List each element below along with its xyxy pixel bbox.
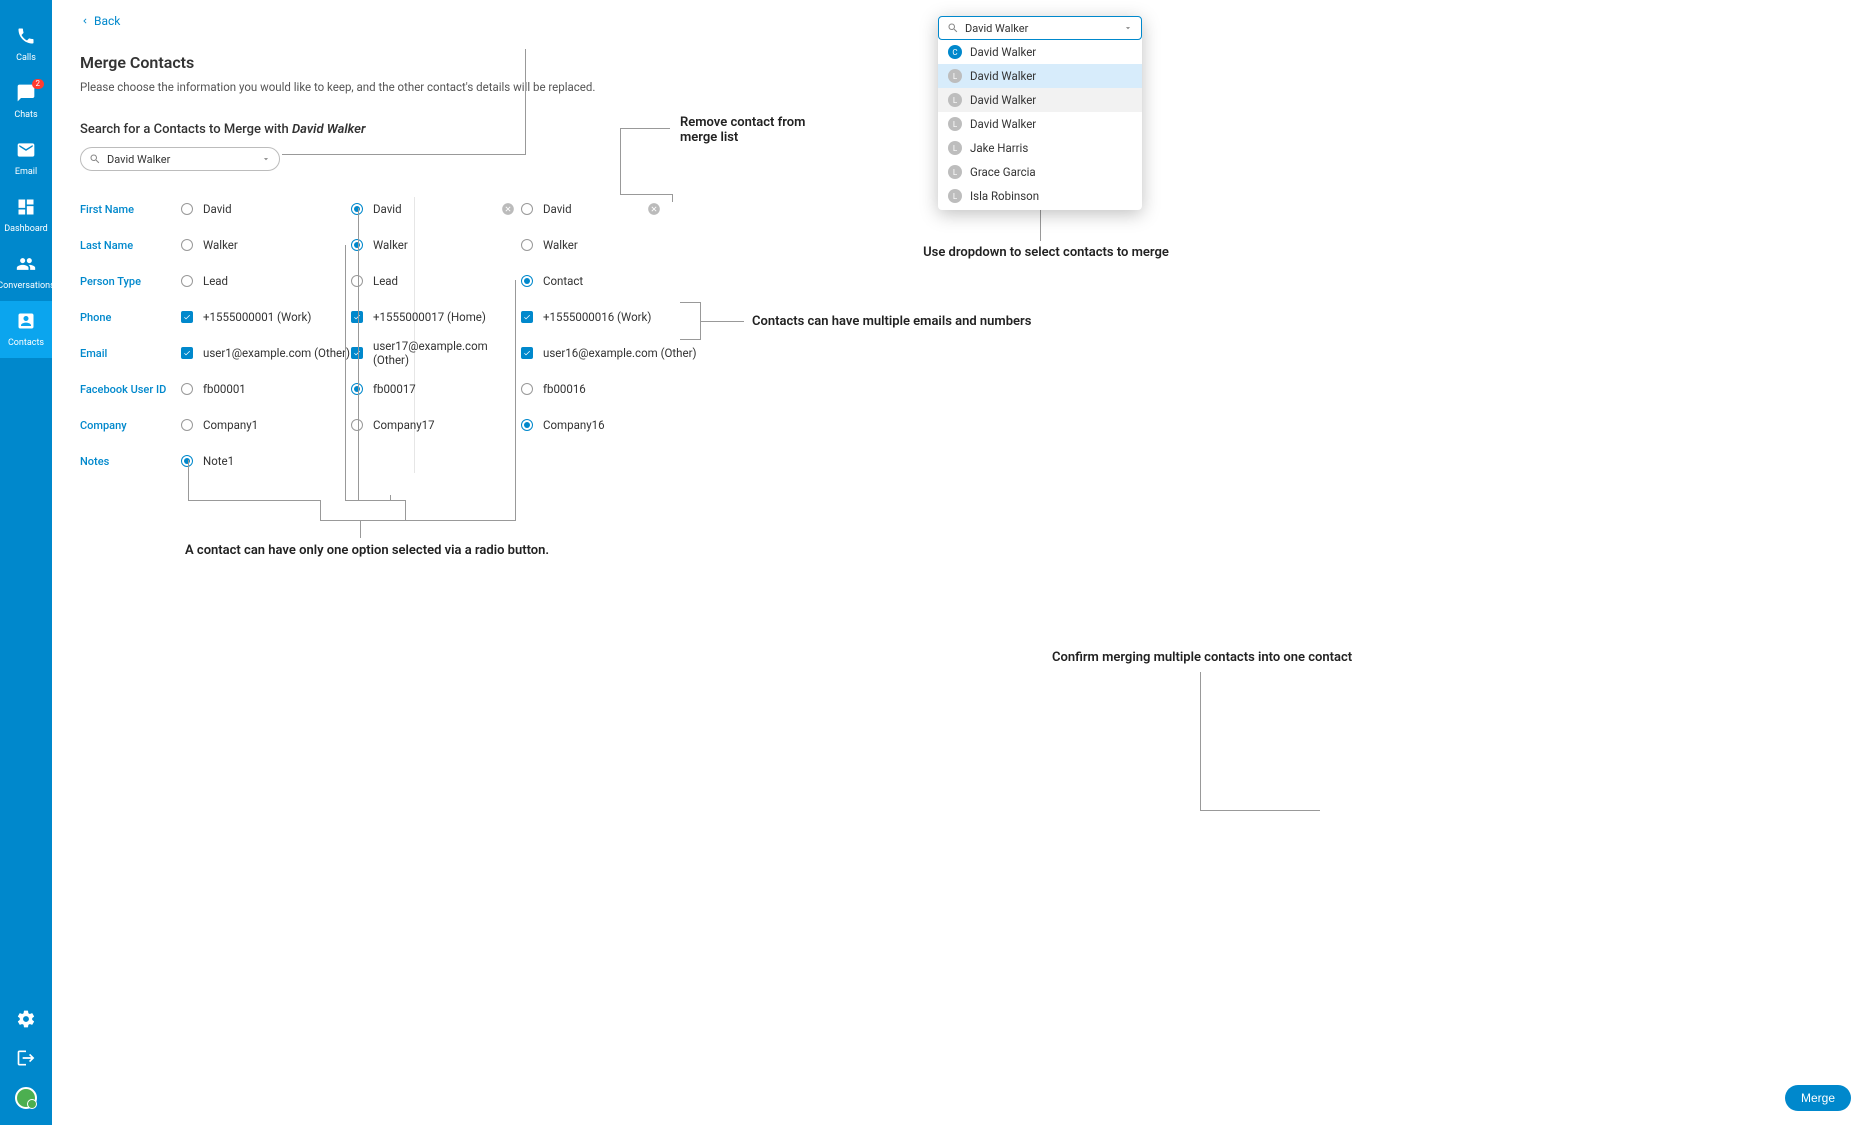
annotation-multi: Contacts can have multiple emails and nu… xyxy=(752,314,1031,329)
sidebar-item-calls[interactable]: Calls xyxy=(0,16,52,73)
search-icon xyxy=(89,153,101,165)
contact-type-icon: L xyxy=(948,117,962,131)
sidebar-item-email[interactable]: Email xyxy=(0,130,52,187)
email-icon xyxy=(16,140,36,163)
field-label: Phone xyxy=(80,311,181,324)
sidebar-label: Contacts xyxy=(8,338,44,348)
field-label: Last Name xyxy=(80,239,181,252)
search-input[interactable]: David Walker xyxy=(80,147,280,171)
sidebar-label: Dashboard xyxy=(4,224,48,234)
sidebar-label: Chats xyxy=(14,110,37,120)
contacts-icon xyxy=(16,311,36,334)
sidebar-item-chats[interactable]: 2 Chats xyxy=(0,73,52,130)
field-label: Company xyxy=(80,419,181,432)
dropdown-item[interactable]: LGrace Garcia xyxy=(938,160,1142,184)
dropdown-item[interactable]: LDavid Walker xyxy=(938,88,1142,112)
field-label: Person Type xyxy=(80,275,181,288)
radio[interactable] xyxy=(181,239,193,251)
checkbox[interactable] xyxy=(351,311,363,323)
field-label: Email xyxy=(80,347,181,360)
dropdown-search-input[interactable]: David Walker xyxy=(938,16,1142,40)
sidebar-item-contacts[interactable]: Contacts xyxy=(0,301,52,358)
contact-type-icon: L xyxy=(948,165,962,179)
radio[interactable] xyxy=(181,455,193,467)
cell: David xyxy=(351,202,521,216)
radio[interactable] xyxy=(351,419,363,431)
merge-button[interactable]: Merge xyxy=(1785,1085,1851,1111)
sidebar-label: Calls xyxy=(16,53,36,63)
radio[interactable] xyxy=(181,383,193,395)
sidebar-item-conversations[interactable]: Conversations xyxy=(0,244,52,301)
contact-type-icon: L xyxy=(948,141,962,155)
sidebar-label: Email xyxy=(15,167,37,177)
back-label: Back xyxy=(94,14,120,28)
radio[interactable] xyxy=(521,203,533,215)
chevron-down-icon xyxy=(261,154,271,164)
radio[interactable] xyxy=(521,383,533,395)
checkbox[interactable] xyxy=(351,347,363,359)
phone-icon xyxy=(16,26,36,49)
radio[interactable] xyxy=(351,203,363,215)
dropdown-item[interactable]: LJake Harris xyxy=(938,136,1142,160)
checkbox[interactable] xyxy=(181,311,193,323)
search-value: David Walker xyxy=(107,153,261,166)
contact-type-icon: L xyxy=(948,69,962,83)
annotation-remove: Remove contact from merge list xyxy=(680,115,820,145)
annotation-radio: A contact can have only one option selec… xyxy=(185,543,549,558)
dashboard-icon xyxy=(16,197,36,220)
avatar[interactable] xyxy=(15,1087,37,1109)
logout-icon[interactable] xyxy=(16,1048,36,1071)
checkbox[interactable] xyxy=(521,311,533,323)
checkbox[interactable] xyxy=(521,347,533,359)
conversations-icon xyxy=(16,254,36,277)
dropdown-item[interactable]: LDavid Walker xyxy=(938,112,1142,136)
radio[interactable] xyxy=(521,419,533,431)
remove-contact-icon[interactable] xyxy=(501,202,515,216)
radio[interactable] xyxy=(181,275,193,287)
sidebar-item-dashboard[interactable]: Dashboard xyxy=(0,187,52,244)
contact-dropdown: David Walker CDavid Walker LDavid Walker… xyxy=(938,16,1142,210)
gear-icon[interactable] xyxy=(16,1009,36,1032)
dropdown-item[interactable]: CDavid Walker xyxy=(938,40,1142,64)
remove-contact-icon[interactable] xyxy=(647,202,661,216)
badge: 2 xyxy=(32,79,45,89)
chevron-left-icon xyxy=(80,16,90,26)
radio[interactable] xyxy=(181,203,193,215)
contact-type-icon: L xyxy=(948,189,962,203)
checkbox[interactable] xyxy=(181,347,193,359)
annotation-dropdown: Use dropdown to select contacts to merge xyxy=(916,245,1176,260)
sidebar-bottom xyxy=(0,1009,52,1125)
dropdown-item[interactable]: LIsla Robinson xyxy=(938,184,1142,208)
radio[interactable] xyxy=(351,275,363,287)
radio[interactable] xyxy=(181,419,193,431)
sidebar-label: Conversations xyxy=(0,281,55,291)
dropdown-item[interactable]: LDavid Walker xyxy=(938,64,1142,88)
radio[interactable] xyxy=(351,383,363,395)
contact-type-icon: L xyxy=(948,93,962,107)
dropdown-search-value: David Walker xyxy=(965,22,1123,35)
field-label: First Name xyxy=(80,203,181,216)
radio[interactable] xyxy=(521,275,533,287)
annotation-confirm: Confirm merging multiple contacts into o… xyxy=(1052,650,1352,665)
field-label: Facebook User ID xyxy=(80,383,181,396)
contact-type-icon: C xyxy=(948,45,962,59)
field-label: Notes xyxy=(80,455,181,468)
chevron-down-icon xyxy=(1123,23,1133,33)
cell: David xyxy=(181,202,351,216)
back-link[interactable]: Back xyxy=(80,14,120,28)
sidebar: Calls 2 Chats Email Dashboard Conversati… xyxy=(0,0,52,1125)
radio[interactable] xyxy=(351,239,363,251)
cell: David xyxy=(521,202,721,216)
search-icon xyxy=(947,22,959,34)
radio[interactable] xyxy=(521,239,533,251)
